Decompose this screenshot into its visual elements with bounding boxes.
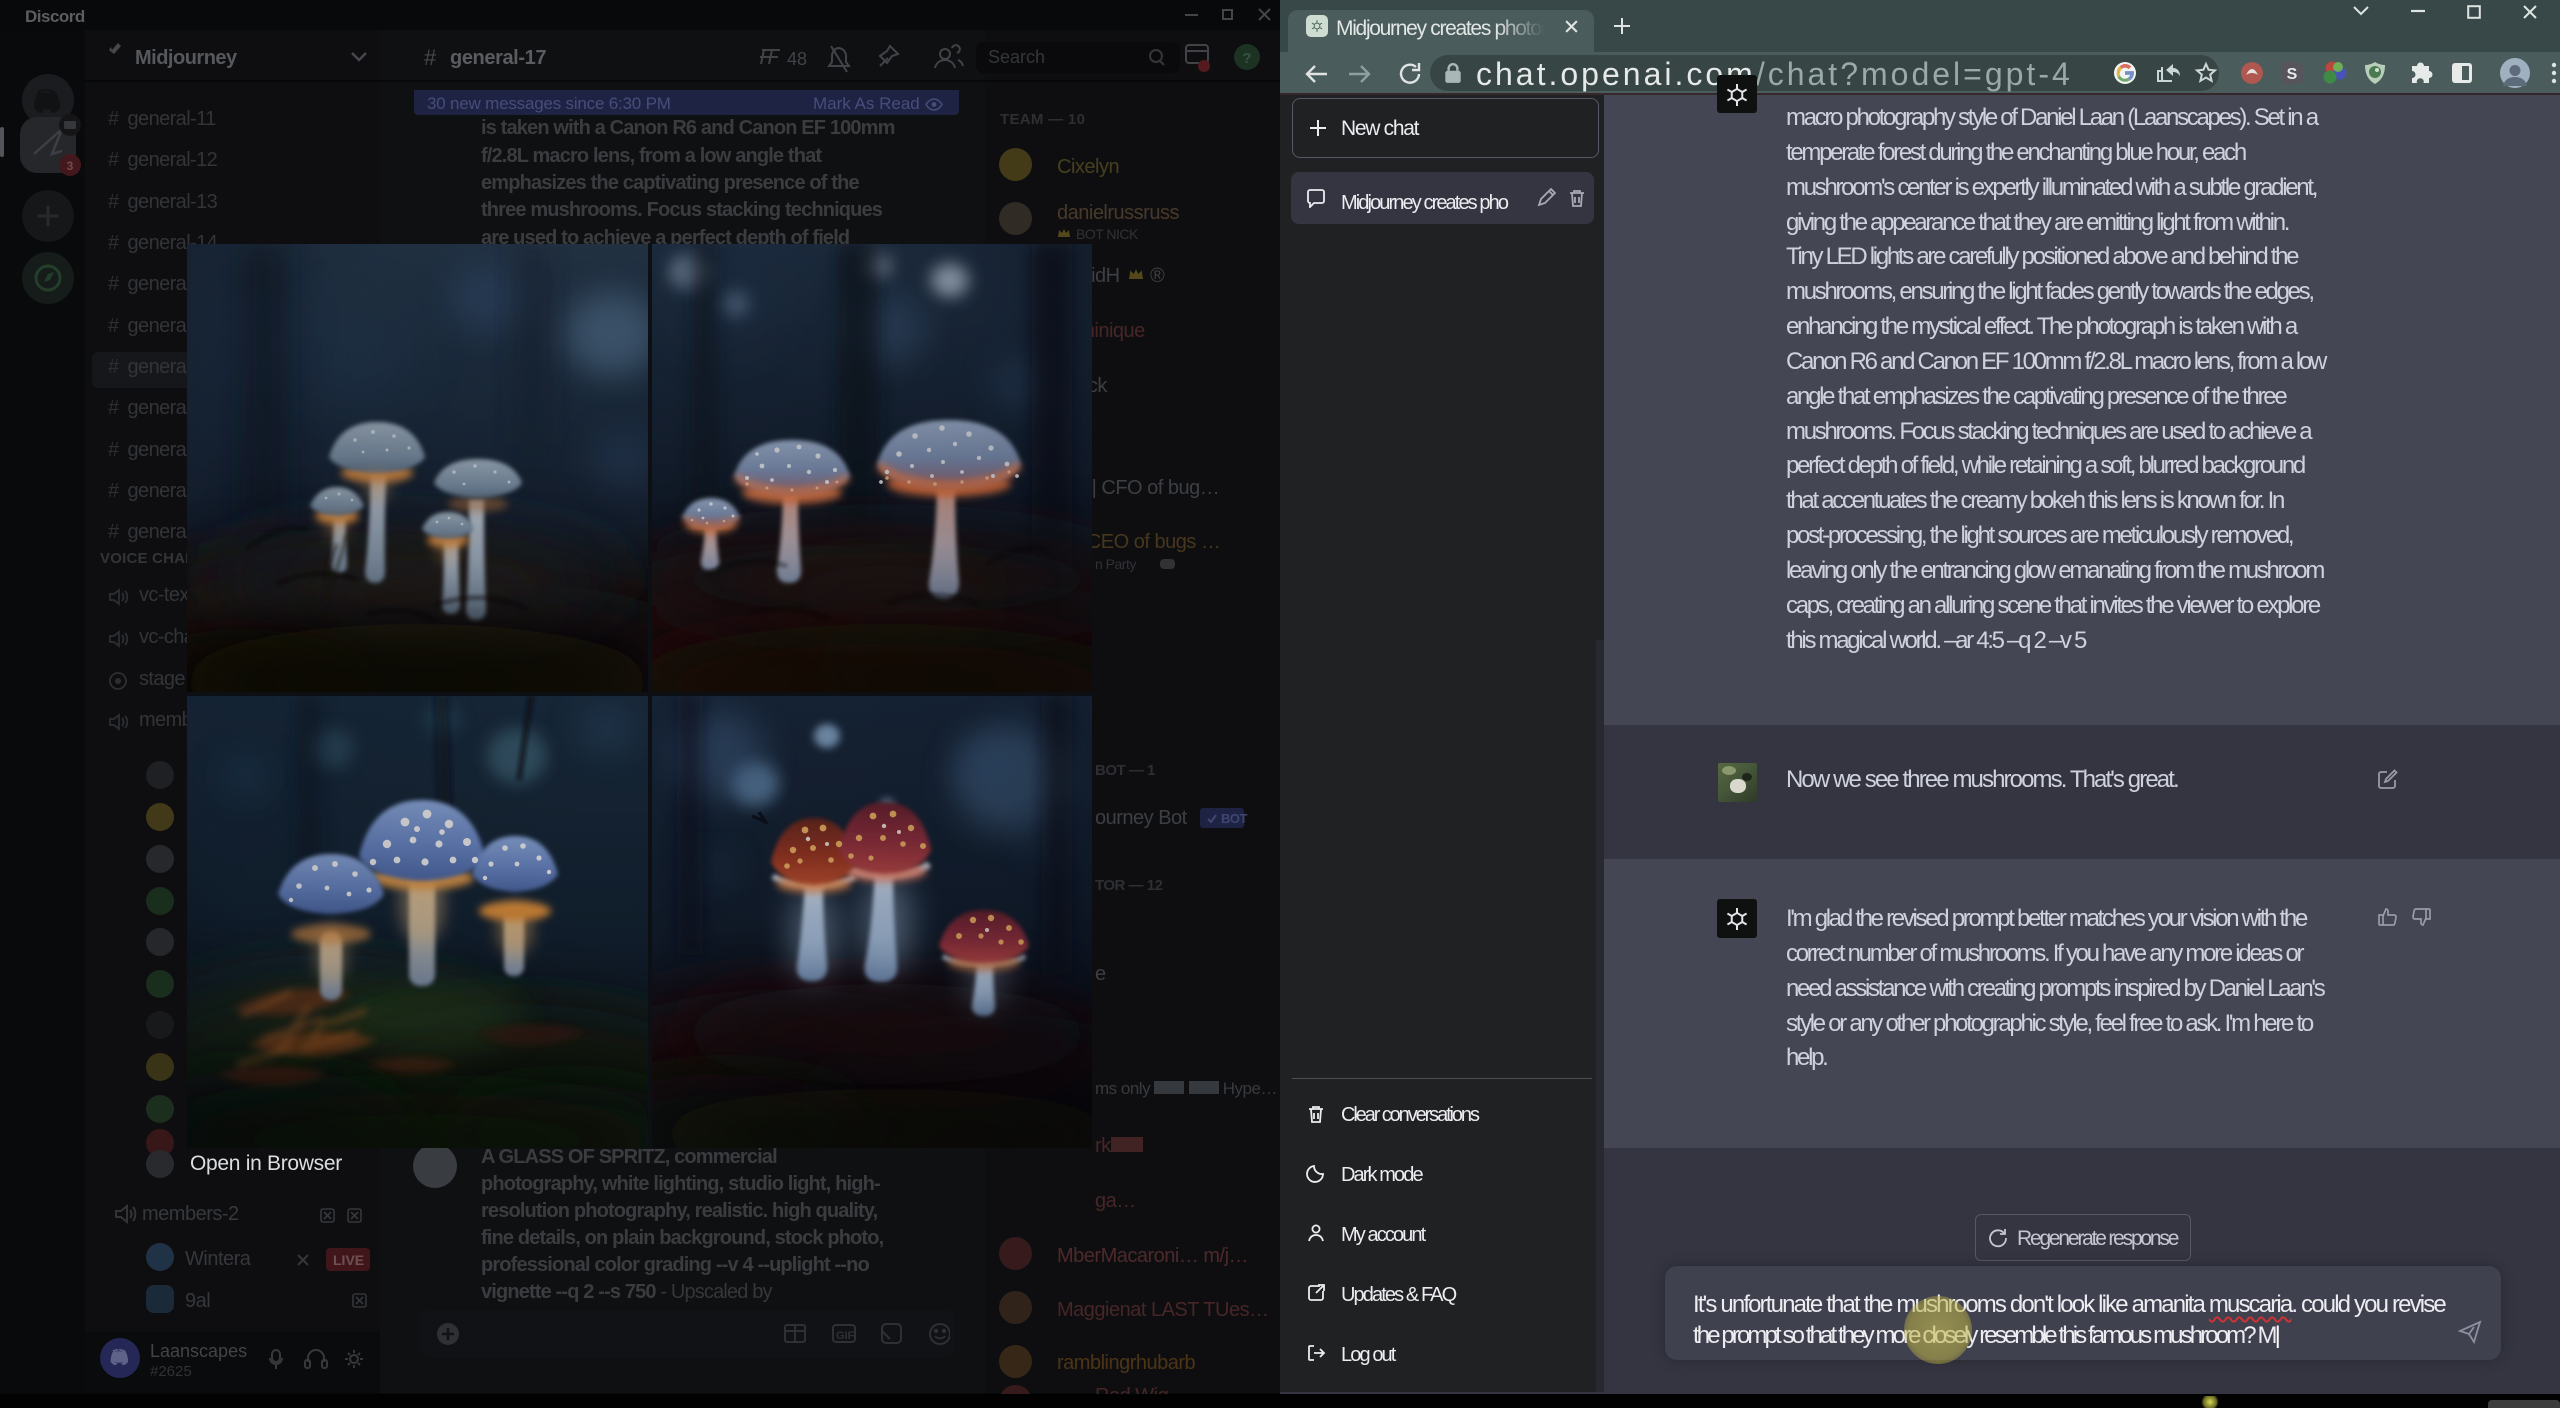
svg-text:S: S [2287, 66, 2298, 83]
